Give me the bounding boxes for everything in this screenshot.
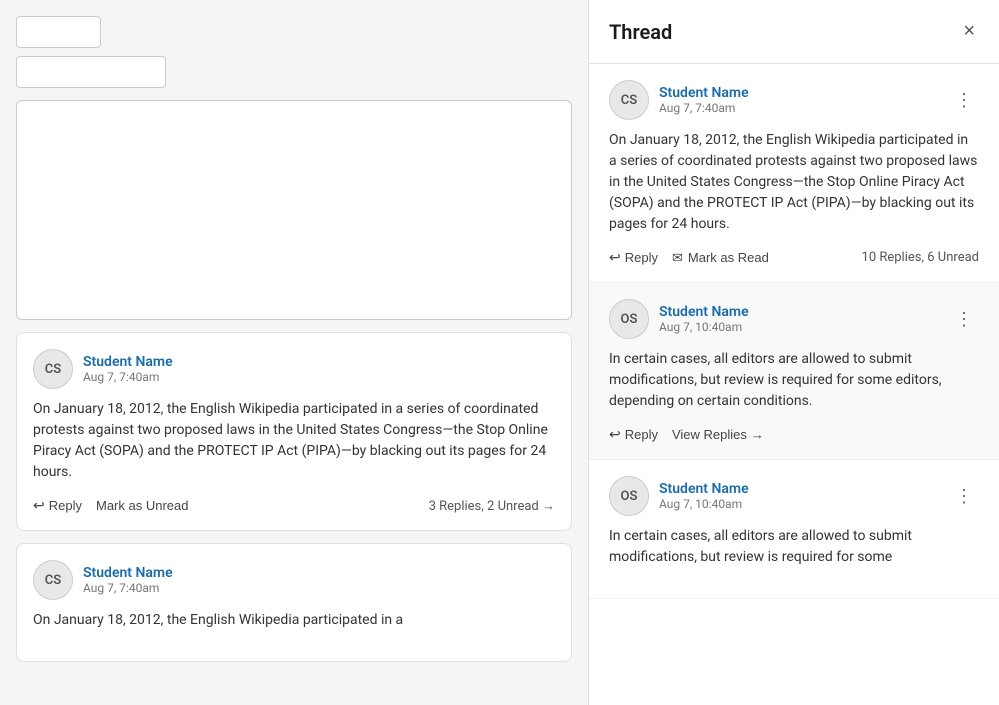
thread-message-1: CS Student Name Aug 7, 7:40am ⋮ On Janua… (589, 64, 999, 283)
thread-user-info-2: Student Name Aug 7, 10:40am (659, 304, 749, 334)
left-panel: CS Student Name Aug 7, 7:40am On January… (0, 0, 588, 705)
thread-msg-body-2: In certain cases, all editors are allowe… (609, 349, 979, 412)
input-row (16, 16, 572, 88)
thread-reply-button-1[interactable]: ↩ Reply (609, 249, 658, 266)
thread-header: Thread × (589, 0, 999, 64)
card-header-2: CS Student Name Aug 7, 7:40am (33, 560, 555, 600)
compose-area[interactable] (16, 100, 572, 320)
close-button[interactable]: × (959, 16, 979, 47)
mark-read-button-1[interactable]: ✉ Mark as Read (672, 250, 769, 266)
thread-user-info-3: Student Name Aug 7, 10:40am (659, 481, 749, 511)
user-info-2: Student Name Aug 7, 7:40am (83, 565, 173, 595)
thread-student-time-3: Aug 7, 10:40am (659, 497, 749, 511)
more-options-button-3[interactable]: ⋮ (949, 485, 979, 507)
student-name-2: Student Name (83, 565, 173, 581)
envelope-icon-1: ✉ (672, 250, 683, 266)
thread-reply-button-2[interactable]: ↩ Reply (609, 426, 658, 443)
more-options-button-1[interactable]: ⋮ (949, 89, 979, 111)
thread-avatar-1: CS (609, 80, 649, 120)
thread-msg-header-3: OS Student Name Aug 7, 10:40am ⋮ (609, 476, 979, 516)
thread-messages: CS Student Name Aug 7, 7:40am ⋮ On Janua… (589, 64, 999, 705)
thread-msg-header-2: OS Student Name Aug 7, 10:40am ⋮ (609, 299, 979, 339)
mark-unread-button-1[interactable]: Mark as Unread (96, 498, 188, 513)
thread-avatar-2: OS (609, 299, 649, 339)
reply-button-1[interactable]: ↩ Reply (33, 497, 82, 514)
student-time-1: Aug 7, 7:40am (83, 370, 173, 384)
thread-replies-count-1: 10 Replies, 6 Unread (862, 250, 979, 265)
student-name-1: Student Name (83, 354, 173, 370)
message-card-1: CS Student Name Aug 7, 7:40am On January… (16, 332, 572, 531)
thread-panel: Thread × CS Student Name Aug 7, 7:40am ⋮… (588, 0, 999, 705)
card-actions-1: ↩ Reply Mark as Unread 3 Replies, 2 Unre… (33, 497, 555, 514)
thread-student-time-1: Aug 7, 7:40am (659, 101, 749, 115)
message-body-2: On January 18, 2012, the English Wikiped… (33, 610, 555, 631)
thread-msg-body-1: On January 18, 2012, the English Wikiped… (609, 130, 979, 235)
thread-reply-icon-2: ↩ (609, 426, 621, 443)
thread-message-2: OS Student Name Aug 7, 10:40am ⋮ In cert… (589, 283, 999, 460)
reply-icon-1: ↩ (33, 497, 45, 514)
arrow-icon-2: → (751, 427, 764, 442)
thread-student-time-2: Aug 7, 10:40am (659, 320, 749, 334)
thread-msg-user-3: OS Student Name Aug 7, 10:40am (609, 476, 749, 516)
thread-msg-user-2: OS Student Name Aug 7, 10:40am (609, 299, 749, 339)
input-field-2[interactable] (16, 56, 166, 88)
avatar-1: CS (33, 349, 73, 389)
card-header-1: CS Student Name Aug 7, 7:40am (33, 349, 555, 389)
thread-student-name-1: Student Name (659, 85, 749, 101)
thread-msg-body-3: In certain cases, all editors are allowe… (609, 526, 979, 568)
thread-student-name-3: Student Name (659, 481, 749, 497)
thread-reply-icon-1: ↩ (609, 249, 621, 266)
more-options-button-2[interactable]: ⋮ (949, 308, 979, 330)
message-body-1: On January 18, 2012, the English Wikiped… (33, 399, 555, 483)
thread-msg-header-1: CS Student Name Aug 7, 7:40am ⋮ (609, 80, 979, 120)
thread-student-name-2: Student Name (659, 304, 749, 320)
arrow-icon-1: → (542, 499, 555, 514)
message-card-2: CS Student Name Aug 7, 7:40am On January… (16, 543, 572, 662)
user-info-1: Student Name Aug 7, 7:40am (83, 354, 173, 384)
thread-user-info-1: Student Name Aug 7, 7:40am (659, 85, 749, 115)
input-field-1[interactable] (16, 16, 101, 48)
view-replies-button-2[interactable]: View Replies → (672, 427, 764, 442)
avatar-2: CS (33, 560, 73, 600)
replies-info-1: 3 Replies, 2 Unread → (429, 498, 555, 514)
thread-msg-user-1: CS Student Name Aug 7, 7:40am (609, 80, 749, 120)
thread-message-3: OS Student Name Aug 7, 10:40am ⋮ In cert… (589, 460, 999, 599)
thread-avatar-3: OS (609, 476, 649, 516)
student-time-2: Aug 7, 7:40am (83, 581, 173, 595)
thread-title: Thread (609, 20, 672, 44)
thread-actions-2: ↩ Reply View Replies → (609, 426, 979, 443)
thread-actions-1: ↩ Reply ✉ Mark as Read 10 Replies, 6 Unr… (609, 249, 979, 266)
